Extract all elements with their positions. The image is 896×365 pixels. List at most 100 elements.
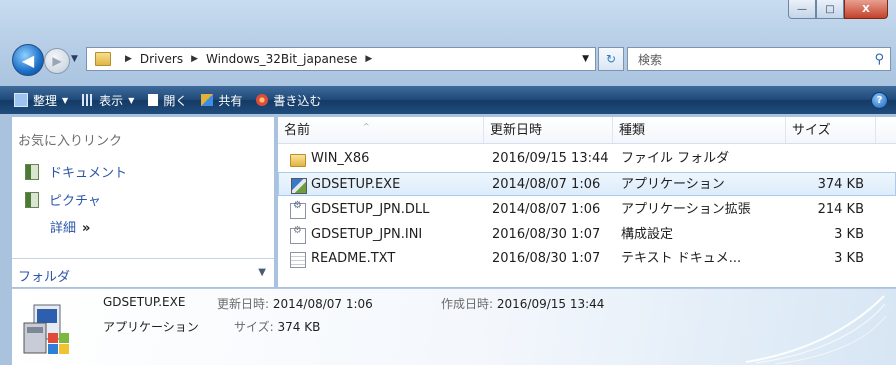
chevron-right-icon[interactable]: ▶ bbox=[125, 54, 132, 64]
folders-toggle[interactable]: フォルダ bbox=[18, 266, 70, 285]
share-button[interactable]: 共有 bbox=[201, 92, 242, 109]
file-type: テキスト ドキュメ... bbox=[621, 251, 742, 266]
table-row[interactable]: GDSETUP_JPN.INI 2016/08/30 1:07 構成設定 3 K… bbox=[278, 223, 896, 247]
folder-icon bbox=[290, 154, 306, 167]
modified-value: 2014/08/07 1:06 bbox=[272, 297, 373, 311]
column-header-date[interactable]: 更新日時 bbox=[484, 117, 613, 143]
sidebar-item-pictures[interactable]: ピクチャ bbox=[25, 190, 101, 209]
details-filename: GDSETUP.EXE bbox=[103, 295, 186, 309]
file-date: 2014/08/07 1:06 bbox=[492, 202, 601, 217]
file-size: 214 KB bbox=[817, 202, 864, 217]
open-button[interactable]: 開く bbox=[148, 92, 187, 109]
column-header-row: 名前 ^ 更新日時 種類 サイズ bbox=[278, 117, 896, 144]
application-large-icon bbox=[23, 304, 69, 354]
file-date: 2016/08/30 1:07 bbox=[492, 251, 601, 266]
dll-file-icon bbox=[290, 200, 306, 219]
file-list: 名前 ^ 更新日時 種類 サイズ WIN_X86 2016/09/15 13:4… bbox=[278, 117, 896, 287]
details-pane: GDSETUP.EXE 更新日時: 2014/08/07 1:06 作成日時: … bbox=[12, 288, 896, 365]
file-date: 2014/08/07 1:06 bbox=[492, 177, 601, 192]
search-icon[interactable]: ⚲ bbox=[874, 52, 884, 67]
chevron-down-icon: ▼ bbox=[128, 95, 135, 105]
table-row[interactable]: GDSETUP_JPN.DLL 2014/08/07 1:06 アプリケーション… bbox=[278, 198, 896, 222]
documents-icon bbox=[25, 163, 39, 180]
file-size: 3 KB bbox=[834, 251, 864, 266]
file-date: 2016/09/15 13:44 bbox=[492, 151, 609, 166]
sidebar-item-documents[interactable]: ドキュメント bbox=[25, 162, 127, 181]
created-label: 作成日時: bbox=[441, 297, 494, 311]
column-header-size[interactable]: サイズ bbox=[786, 117, 876, 143]
file-name: README.TXT bbox=[311, 251, 396, 266]
divider bbox=[12, 258, 274, 259]
favorite-links-heading: お気に入りリンク bbox=[18, 134, 123, 149]
open-label: 開く bbox=[163, 93, 188, 108]
views-label: 表示 bbox=[99, 93, 124, 108]
chevron-right-icon[interactable]: ▶ bbox=[365, 54, 372, 64]
burn-icon bbox=[256, 94, 269, 106]
table-row-selected[interactable]: GDSETUP.EXE 2014/08/07 1:06 アプリケーション 374… bbox=[278, 172, 896, 196]
organize-button[interactable]: 整理 ▼ bbox=[14, 92, 68, 109]
views-icon bbox=[82, 94, 95, 106]
file-size: 3 KB bbox=[834, 227, 864, 242]
chevron-down-icon: ▼ bbox=[62, 95, 69, 105]
file-name: GDSETUP_JPN.DLL bbox=[311, 202, 430, 217]
command-bar: 整理 ▼ 表示 ▼ 開く 共有 書き込む ? bbox=[0, 86, 896, 114]
chevron-right-icon[interactable]: ▶ bbox=[191, 54, 198, 64]
file-name: GDSETUP.EXE bbox=[311, 177, 401, 192]
burn-button[interactable]: 書き込む bbox=[256, 92, 321, 109]
pictures-icon bbox=[25, 191, 39, 208]
refresh-button[interactable]: ↻ bbox=[598, 47, 624, 71]
size-label: サイズ: bbox=[234, 320, 274, 334]
breadcrumb-drivers[interactable]: Drivers bbox=[140, 52, 183, 66]
details-modified: 更新日時: 2014/08/07 1:06 bbox=[217, 295, 373, 312]
breadcrumb-windows-32bit-japanese[interactable]: Windows_32Bit_japanese bbox=[206, 52, 357, 66]
back-button[interactable]: ◀ bbox=[12, 44, 44, 76]
help-icon[interactable]: ? bbox=[871, 92, 888, 109]
share-label: 共有 bbox=[218, 93, 243, 108]
column-header-name[interactable]: 名前 ^ bbox=[278, 117, 484, 143]
search-input[interactable]: 検索 bbox=[638, 51, 662, 68]
file-type: 構成設定 bbox=[621, 227, 674, 242]
more-links-label: 詳細 bbox=[50, 221, 77, 236]
share-icon bbox=[201, 94, 214, 106]
search-box[interactable]: 検索 ⚲ bbox=[627, 47, 891, 71]
breadcrumb: ▶ Drivers ▶ Windows_32Bit_japanese ▶ bbox=[117, 52, 380, 66]
burn-label: 書き込む bbox=[273, 93, 322, 108]
details-type: アプリケーション bbox=[103, 320, 199, 334]
address-bar[interactable]: ▶ Drivers ▶ Windows_32Bit_japanese ▶ ▼ bbox=[86, 47, 596, 71]
sidebar-item-label: ピクチャ bbox=[49, 194, 101, 209]
sort-ascending-icon: ^ bbox=[363, 122, 370, 131]
size-value: 374 KB bbox=[277, 320, 321, 334]
close-button[interactable]: X bbox=[844, 0, 888, 19]
views-button[interactable]: 表示 ▼ bbox=[82, 92, 134, 109]
navigation-bar: ◀ ▶ ▼ ▶ Drivers ▶ Windows_32Bit_japanese… bbox=[0, 38, 896, 82]
open-icon bbox=[148, 94, 159, 106]
table-row[interactable]: README.TXT 2016/08/30 1:07 テキスト ドキュメ... … bbox=[278, 247, 896, 271]
file-type: アプリケーション bbox=[621, 177, 725, 192]
file-size bbox=[794, 147, 864, 171]
organize-label: 整理 bbox=[33, 93, 58, 108]
folder-icon bbox=[95, 52, 111, 66]
table-row[interactable]: WIN_X86 2016/09/15 13:44 ファイル フォルダ bbox=[278, 147, 896, 171]
modified-label: 更新日時: bbox=[217, 297, 270, 311]
navigation-pane: お気に入りリンク ドキュメント ピクチャ 詳細 » フォルダ ▼ bbox=[12, 117, 274, 287]
file-date: 2016/08/30 1:07 bbox=[492, 227, 601, 242]
file-name: GDSETUP_JPN.INI bbox=[311, 227, 423, 242]
more-links-button[interactable]: 詳細 » bbox=[50, 217, 90, 236]
column-header-label: 名前 bbox=[284, 123, 311, 138]
recent-pages-dropdown[interactable]: ▼ bbox=[71, 54, 78, 64]
address-dropdown-icon[interactable]: ▼ bbox=[582, 54, 589, 64]
maximize-button[interactable]: □ bbox=[816, 0, 844, 19]
chevron-down-icon[interactable]: ▼ bbox=[258, 267, 266, 278]
text-file-icon bbox=[290, 252, 306, 268]
minimize-button[interactable]: — bbox=[788, 0, 816, 19]
file-name: WIN_X86 bbox=[311, 151, 370, 166]
organize-icon bbox=[14, 93, 28, 107]
forward-button[interactable]: ▶ bbox=[44, 48, 70, 74]
decorative-swoosh bbox=[746, 295, 886, 364]
column-header-type[interactable]: 種類 bbox=[613, 117, 786, 143]
file-type: ファイル フォルダ bbox=[621, 151, 730, 166]
double-chevron-icon: » bbox=[82, 221, 91, 236]
title-bar: — □ X bbox=[0, 0, 896, 38]
sidebar-item-label: ドキュメント bbox=[49, 166, 128, 181]
settings-file-icon bbox=[290, 225, 306, 244]
